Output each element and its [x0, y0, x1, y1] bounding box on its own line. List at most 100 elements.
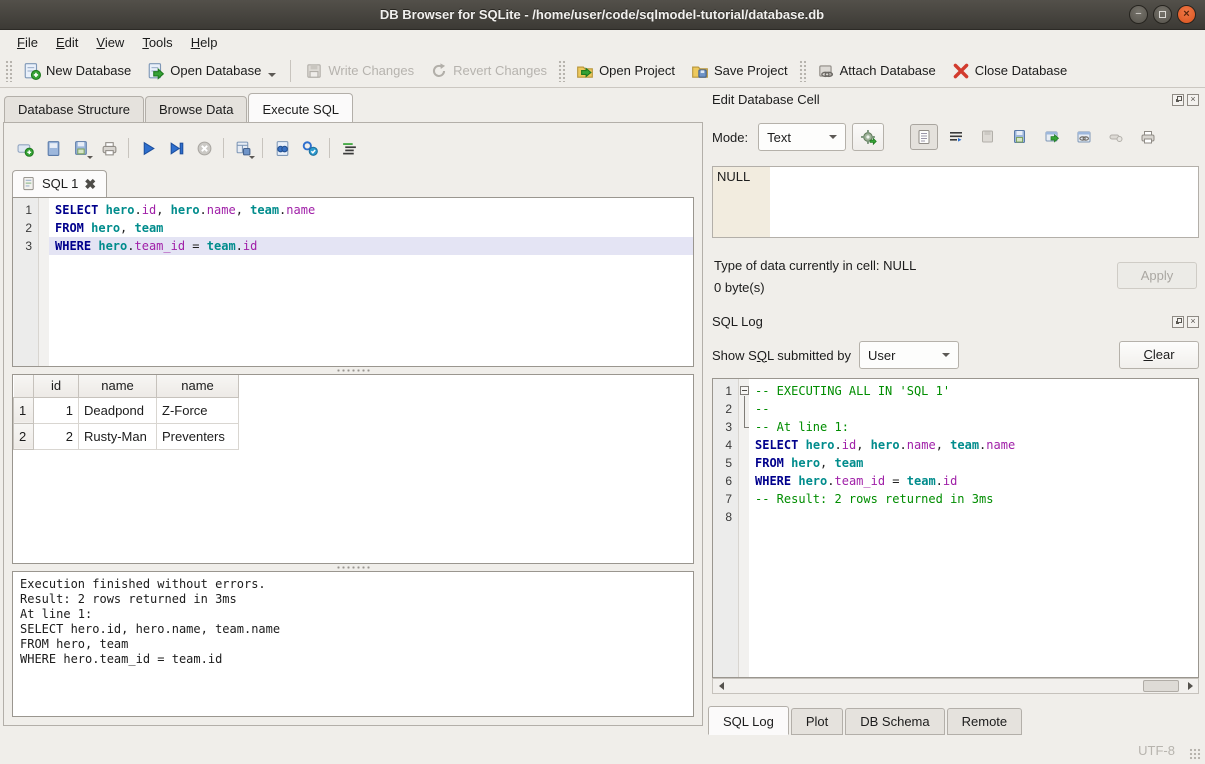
close-sql1-tab-icon[interactable]: ✖ — [84, 177, 96, 191]
apply-button: Apply — [1117, 262, 1197, 289]
mode-select[interactable]: Text — [758, 123, 846, 151]
new-sql-tab-button[interactable] — [12, 135, 38, 161]
sql-editor-content[interactable]: SELECT hero.id, hero.name, team.name FRO… — [49, 198, 693, 366]
print-sql-button[interactable] — [96, 135, 122, 161]
float-dock-icon[interactable] — [1172, 94, 1184, 106]
export-cell-button[interactable] — [1038, 124, 1066, 150]
sql-log-filter-row: Show SQL submitted by User Clear — [712, 340, 1199, 370]
print-sql-icon — [101, 140, 118, 157]
encoding-indicator[interactable]: UTF-8 — [1138, 743, 1175, 758]
titlebar[interactable]: DB Browser for SQLite - /home/user/code/… — [0, 0, 1205, 30]
table-row[interactable]: 1 1 Deadpond Z-Force — [14, 397, 239, 423]
tab-remote[interactable]: Remote — [947, 708, 1023, 735]
export-results-dropdown-icon[interactable] — [249, 156, 255, 159]
menu-view[interactable]: View — [87, 32, 133, 53]
cell-id[interactable]: 2 — [34, 423, 79, 449]
save-project-button[interactable]: Save Project — [683, 58, 796, 84]
save-sql-file-icon — [73, 140, 90, 157]
open-database-button[interactable]: Open Database — [139, 58, 284, 84]
clear-log-button[interactable]: Clear — [1119, 341, 1199, 369]
text-mode-button[interactable] — [910, 124, 938, 150]
float-dock-icon[interactable] — [1172, 316, 1184, 328]
new-database-button[interactable]: New Database — [15, 58, 139, 84]
submitter-select[interactable]: User — [859, 341, 959, 369]
tab-sql-log[interactable]: SQL Log — [708, 706, 789, 735]
fold-collapse-icon[interactable] — [740, 386, 749, 395]
toolbar-grip[interactable] — [558, 60, 565, 82]
cell-team-name[interactable]: Preventers — [157, 423, 239, 449]
cell-value-editor[interactable]: NULL — [712, 166, 1199, 238]
cell-value-null-strip: NULL — [713, 167, 770, 237]
statusbar: UTF-8 — [0, 736, 1205, 764]
save-cell-as-button[interactable] — [1006, 124, 1034, 150]
import-in-cell-button[interactable] — [852, 123, 884, 151]
open-sql-file-button[interactable] — [40, 135, 66, 161]
syntax-check-button[interactable] — [297, 135, 323, 161]
results-col-id[interactable]: id — [34, 375, 79, 397]
menu-help[interactable]: Help — [182, 32, 227, 53]
sql1-subtab[interactable]: SQL 1 ✖ — [12, 170, 107, 197]
row-header[interactable]: 2 — [14, 423, 34, 449]
menu-tools[interactable]: Tools — [133, 32, 181, 53]
close-button[interactable]: × — [1177, 5, 1196, 24]
results-corner-header[interactable] — [14, 375, 34, 397]
attach-database-button[interactable]: Attach Database — [809, 58, 944, 84]
sql-log-view[interactable]: 12 34 56 78 -- EXECUTING ALL IN 'SQL 1' … — [712, 378, 1199, 678]
tab-execute-sql[interactable]: Execute SQL — [248, 93, 353, 122]
scroll-right-arrow-icon[interactable] — [1182, 679, 1198, 693]
scroll-left-arrow-icon[interactable] — [713, 679, 729, 693]
cell-hero-name[interactable]: Rusty-Man — [79, 423, 157, 449]
export-results-button[interactable] — [230, 135, 256, 161]
stop-execution-icon — [196, 140, 213, 157]
cell-hero-name[interactable]: Deadpond — [79, 397, 157, 423]
tab-plot[interactable]: Plot — [791, 708, 843, 735]
close-dock-icon[interactable]: × — [1187, 94, 1199, 106]
tab-database-structure[interactable]: Database Structure — [4, 96, 144, 122]
minimize-button[interactable]: − — [1129, 5, 1148, 24]
results-grid[interactable]: id name name 1 1 Deadpond Z-Force 2 — [12, 374, 694, 564]
execute-all-button[interactable] — [135, 135, 161, 161]
close-dock-icon[interactable]: × — [1187, 316, 1199, 328]
open-file-disabled-icon — [980, 129, 996, 145]
close-database-button[interactable]: Close Database — [944, 58, 1076, 84]
print-cell-button[interactable] — [1134, 124, 1162, 150]
log-line: -- At line 1: — [749, 418, 1198, 436]
save-sql-file-button[interactable] — [68, 135, 94, 161]
scrollbar-thumb[interactable] — [1143, 680, 1179, 692]
results-col-name2[interactable]: name — [157, 375, 239, 397]
row-header[interactable]: 1 — [14, 397, 34, 423]
log-line: WHERE hero.team_id = team.id — [749, 472, 1198, 490]
cell-team-name[interactable]: Z-Force — [157, 397, 239, 423]
log-line: FROM hero, team — [749, 454, 1198, 472]
tab-browse-data[interactable]: Browse Data — [145, 96, 247, 122]
sql-line: SELECT hero.id, hero.name, team.name — [49, 201, 693, 219]
find-in-sql-button[interactable] — [269, 135, 295, 161]
sql-editor[interactable]: 1 2 3 SELECT hero.id, hero.name, team.na… — [12, 197, 694, 367]
open-project-button[interactable]: Open Project — [568, 58, 683, 84]
sql-log-content[interactable]: -- EXECUTING ALL IN 'SQL 1' -- -- At lin… — [749, 379, 1198, 677]
sql-log-hscrollbar[interactable] — [712, 678, 1199, 694]
resize-grip-icon[interactable] — [1189, 748, 1201, 760]
auto-indent-button[interactable] — [336, 135, 362, 161]
save-sql-dropdown-icon[interactable] — [87, 156, 93, 159]
results-message-splitter[interactable] — [12, 564, 694, 571]
tab-db-schema[interactable]: DB Schema — [845, 708, 944, 735]
print-cell-icon — [1140, 129, 1156, 145]
execute-current-line-button[interactable] — [163, 135, 189, 161]
chevron-down-icon — [942, 353, 950, 357]
table-row[interactable]: 2 2 Rusty-Man Preventers — [14, 423, 239, 449]
results-col-name1[interactable]: name — [79, 375, 157, 397]
sql-log-dock-icons: × — [1172, 316, 1199, 328]
close-database-label: Close Database — [975, 63, 1068, 78]
cell-id[interactable]: 1 — [34, 397, 79, 423]
execution-message[interactable]: Execution finished without errors. Resul… — [12, 571, 694, 717]
toolbar-grip[interactable] — [799, 60, 806, 82]
toolbar-grip[interactable] — [5, 60, 12, 82]
open-in-window-button[interactable] — [1070, 124, 1098, 150]
word-wrap-button[interactable] — [942, 124, 970, 150]
open-database-dropdown-icon[interactable] — [268, 73, 276, 77]
maximize-button[interactable] — [1153, 5, 1172, 24]
editor-results-splitter[interactable] — [12, 367, 694, 374]
menu-file[interactable]: File — [8, 32, 47, 53]
menu-edit[interactable]: Edit — [47, 32, 87, 53]
